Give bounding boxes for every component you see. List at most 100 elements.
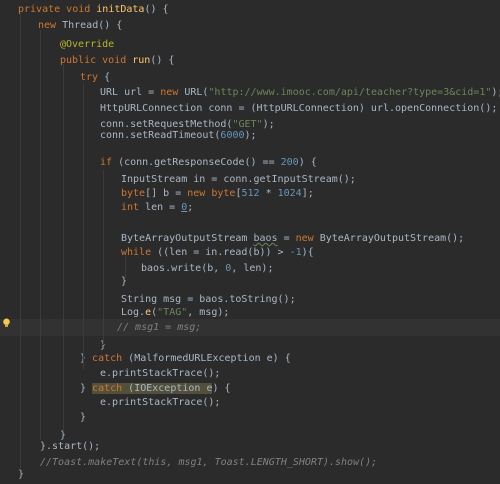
code-line[interactable]: ByteArrayOutputStream baos = new ByteArr…: [0, 230, 500, 247]
code-token: (IOException e: [122, 383, 213, 394]
code-token: void: [102, 55, 133, 66]
code-token: -1: [289, 247, 302, 258]
code-token: new: [187, 188, 212, 199]
code-token: conn.setRequestMethod(: [100, 119, 233, 130]
code-token: }: [80, 383, 93, 394]
code-text: String msg = baos.toString();: [121, 291, 296, 308]
code-token: catch: [92, 383, 123, 394]
code-token: initData: [96, 4, 145, 15]
code-token: String msg = baos.toString();: [121, 294, 296, 305]
code-token: void: [66, 4, 97, 15]
code-token: URL(: [184, 87, 209, 98]
code-line[interactable]: // msg1 = msg;: [0, 319, 500, 336]
code-line[interactable]: //Toast.makeText(this, msg1, Toast.LENGT…: [0, 454, 500, 471]
code-token: catch: [92, 353, 129, 364]
code-text: //Toast.makeText(this, msg1, Toast.LENGT…: [40, 454, 377, 471]
code-token: );: [262, 119, 275, 130]
code-token: {: [104, 72, 111, 83]
code-token: "TAG": [157, 307, 188, 318]
lightbulb-icon[interactable]: [2, 318, 11, 328]
code-line[interactable]: URL url = new URL("http://www.imooc.com/…: [0, 84, 500, 101]
code-text: baos.write(b, 0, len);: [141, 260, 273, 277]
code-text: try {: [80, 69, 110, 86]
code-text: ByteArrayOutputStream baos = new ByteArr…: [121, 230, 464, 247]
code-line[interactable]: try {: [0, 69, 500, 86]
code-token: public: [60, 55, 103, 66]
code-token: "GET": [232, 119, 263, 130]
code-token: Log.: [121, 307, 146, 318]
code-text: public void run() {: [60, 52, 174, 69]
code-token: e.printStackTrace();: [100, 368, 221, 379]
code-token: HttpURLConnection conn = (HttpURLConnect…: [100, 103, 498, 114]
code-token: len =: [145, 202, 182, 213]
code-token: byte: [121, 188, 146, 199]
code-line[interactable]: } catch (IOException e) {: [0, 380, 500, 397]
code-text: new Thread() {: [38, 17, 122, 34]
code-token: 512: [241, 188, 266, 199]
code-text: private void initData() {: [18, 1, 169, 18]
code-token: while: [121, 247, 158, 258]
code-line[interactable]: [0, 214, 500, 231]
code-token: @Override: [60, 39, 115, 50]
code-token: ByteArrayOutputStream();: [319, 233, 465, 244]
code-token: =: [277, 233, 296, 244]
code-text: conn.setRequestMethod("GET");: [100, 116, 275, 133]
code-token: int: [121, 202, 146, 213]
code-token: "http://www.imooc.com/api/teacher?type=3…: [208, 87, 492, 98]
code-token: byte: [211, 188, 236, 199]
code-token: private: [18, 4, 67, 15]
indent-guide: [63, 64, 64, 432]
code-token: *: [265, 188, 278, 199]
code-line[interactable]: HttpURLConnection conn = (HttpURLConnect…: [0, 100, 500, 117]
indent-guide: [20, 14, 21, 470]
code-token: (MalformedURLException e) {: [128, 353, 291, 364]
code-token: ((len = in.read(b)) >: [157, 247, 290, 258]
indent-guide: [103, 170, 104, 345]
code-line[interactable]: }: [0, 427, 500, 444]
code-token: new: [38, 20, 63, 31]
code-token: baos: [253, 233, 278, 244]
indent-guide: [125, 256, 126, 278]
code-token: }: [80, 353, 93, 364]
indent-guide: [40, 30, 41, 440]
code-text: InputStream in = conn.getInputStream();: [121, 171, 356, 188]
code-text: @Override: [60, 36, 114, 53]
code-editor[interactable]: } //Toast.makeText(this, msg1, Toast.LENG…: [0, 0, 500, 484]
code-line[interactable]: private void initData() {: [0, 1, 500, 18]
code-line[interactable]: InputStream in = conn.getInputStream();: [0, 171, 500, 188]
code-text: // msg1 = msg;: [117, 319, 201, 336]
code-line[interactable]: String msg = baos.toString();: [0, 291, 500, 308]
code-token: );: [491, 87, 500, 98]
indent-guide: [83, 83, 84, 370]
code-text: HttpURLConnection conn = (HttpURLConnect…: [100, 100, 497, 117]
code-line[interactable]: }: [0, 337, 500, 354]
code-token: // msg1 = msg;: [117, 322, 202, 333]
code-token: new: [295, 233, 320, 244]
code-text: } catch (IOException e) {: [80, 380, 231, 397]
code-token: [] b =: [145, 188, 188, 199]
code-token: () {: [150, 55, 175, 66]
code-token: , msg);: [187, 307, 230, 318]
code-text: e.printStackTrace();: [100, 365, 220, 382]
code-token: e.printStackTrace();: [100, 397, 221, 408]
code-token: new: [160, 87, 185, 98]
code-line[interactable]: @Override: [0, 36, 500, 53]
code-line[interactable]: e.printStackTrace();: [0, 365, 500, 382]
code-line[interactable]: }: [0, 409, 500, 426]
code-token: InputStream in = conn.getInputStream();: [121, 174, 356, 185]
code-token: 1024: [277, 188, 302, 199]
code-line[interactable]: public void run() {: [0, 52, 500, 69]
code-line[interactable]: conn.setRequestMethod("GET");: [0, 116, 500, 133]
code-token: //Toast.makeText(this, msg1, Toast.LENGT…: [40, 457, 378, 468]
code-line[interactable]: [0, 144, 500, 161]
code-token: run: [132, 55, 151, 66]
code-line[interactable]: baos.write(b, 0, len);: [0, 260, 500, 277]
code-token: ByteArrayOutputStream: [121, 233, 254, 244]
code-text: URL url = new URL("http://www.imooc.com/…: [100, 84, 500, 101]
code-token: baos.write(b,: [141, 263, 226, 274]
code-token: try: [80, 72, 105, 83]
code-token: , len);: [231, 263, 274, 274]
code-line[interactable]: new Thread() {: [0, 17, 500, 34]
code-text: }: [80, 409, 86, 426]
code-token: () {: [144, 4, 169, 15]
